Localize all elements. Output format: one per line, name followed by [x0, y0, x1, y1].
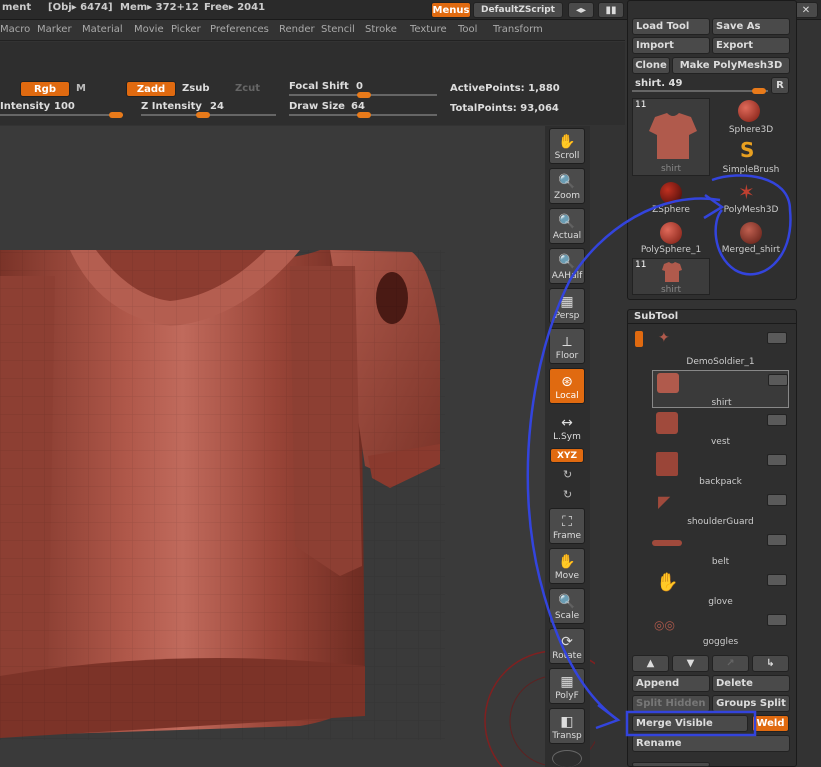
annotation-merge-box — [625, 710, 757, 737]
annotation-arrow-path — [526, 197, 721, 722]
annotation-arrowhead-bottom — [595, 704, 621, 730]
annotation-overlay — [526, 174, 792, 737]
annotation-circle — [711, 174, 792, 276]
